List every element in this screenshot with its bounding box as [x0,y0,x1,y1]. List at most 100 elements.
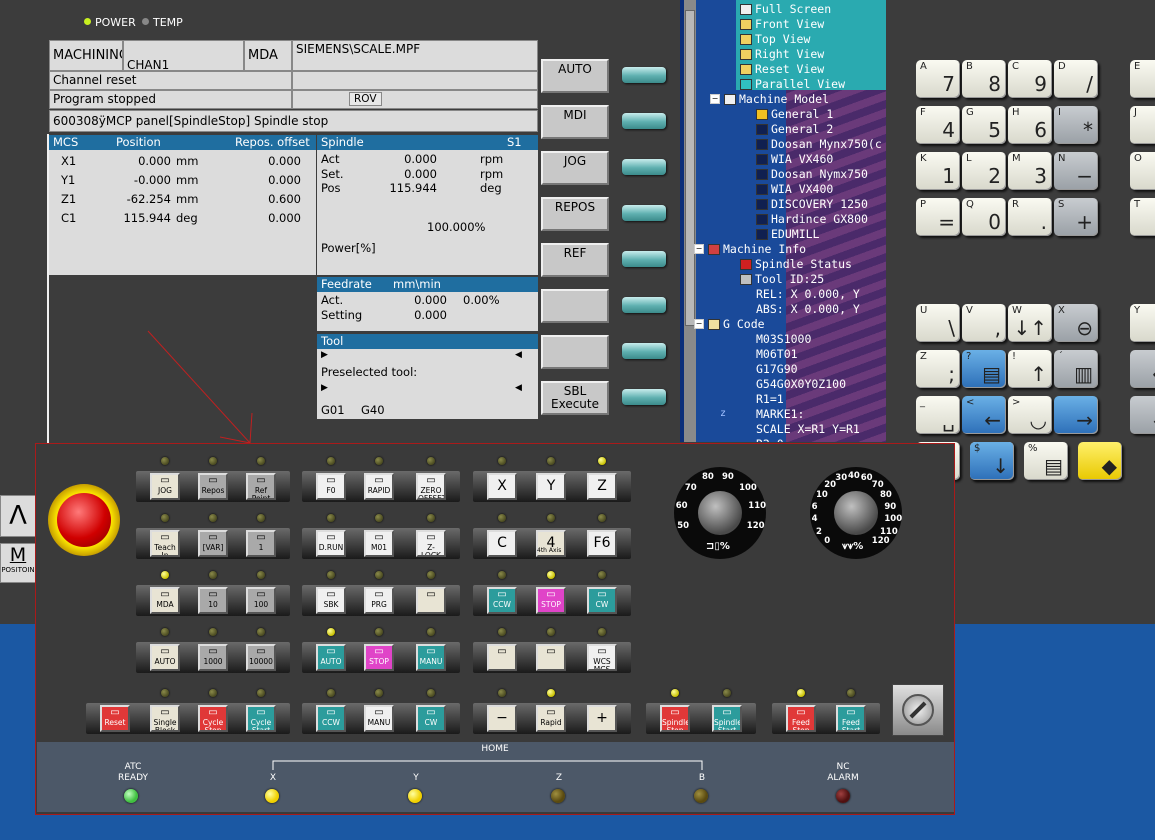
keypad-key[interactable]: R. [1008,198,1052,236]
keypad-key[interactable]: P = [916,198,960,236]
keypad-key[interactable]: X ⊖ [1054,304,1098,342]
mcp-button-row5-9[interactable]: + [587,705,617,732]
hardkey-5[interactable] [622,251,666,267]
hardkey-3[interactable] [622,159,666,175]
side-up-button[interactable]: Λ [0,495,36,537]
softkey-2[interactable]: MDI [541,105,609,139]
keypad-key[interactable]: ← [1130,350,1155,388]
tree-item[interactable]: Right View [740,47,824,61]
keypad-key[interactable]: H6 [1008,106,1052,144]
mcp-button-row4-8[interactable]: ▭ WCS MCS [587,644,617,671]
mcp-button-row2-3[interactable]: ▭ D.RUN [316,530,346,557]
mcp-button-row2-2[interactable]: ▭ 1 [246,530,276,557]
tree-item[interactable]: Top View [740,32,810,46]
tree-collapse-icon[interactable]: − [694,319,704,329]
mcp-button-row5-11[interactable]: ▭ Spindle Start [712,705,742,732]
keypad-key[interactable]: S + [1054,198,1098,236]
mcp-button-row3-7[interactable]: ▭ STOP [536,587,566,614]
tree-item[interactable]: DISCOVERY 1250 [756,197,868,211]
mcp-button-row5-10[interactable]: ▭ Spindle Stop [660,705,690,732]
tree-item[interactable]: WIA VX400 [756,182,833,196]
keypad-key[interactable]: A7 [916,60,960,98]
mcp-button-row3-5[interactable]: ▭ [416,587,446,614]
hardkey-8[interactable] [622,389,666,405]
mcp-button-row3-0[interactable]: ▭ MDA [150,587,180,614]
mcp-button-row5-0[interactable]: ▭ Reset [100,705,130,732]
tree-item[interactable]: Spindle Status [740,257,852,271]
keypad-key[interactable]: _ ␣ [916,396,960,434]
mcp-button-row2-1[interactable]: ▭ [VAR] [198,530,228,557]
mcp-button-row5-5[interactable]: ▭ MANU [364,705,394,732]
mcp-button-row5-4[interactable]: ▭ CCW [316,705,346,732]
tree-item[interactable]: Front View [740,17,824,31]
keypad-key[interactable]: B8 [962,60,1006,98]
mcp-button-row3-2[interactable]: ▭ 100 [246,587,276,614]
keypad-key[interactable]: W ↓↑ [1008,304,1052,342]
mcp-button-row2-8[interactable]: F6 [587,530,617,557]
mcp-button-row5-1[interactable]: ▭ Single Block [150,705,180,732]
keypad-key[interactable]: E [1130,60,1155,98]
tree-item[interactable]: MARKE1: [756,407,804,421]
keypad-key[interactable]: U \ [916,304,960,342]
keypad-key[interactable]: C9 [1008,60,1052,98]
tree-item[interactable]: SCALE X=R1 Y=R1 [756,422,860,436]
tree-item[interactable]: Parallel View [740,77,845,91]
keypad-key[interactable]: T [1130,198,1155,236]
tree-item[interactable]: G17G90 [756,362,798,376]
mcp-button-row5-8[interactable]: ▭ Rapid [536,705,566,732]
mcp-button-row2-6[interactable]: C [487,530,517,557]
mcp-button-row4-7[interactable]: ▭ [536,644,566,671]
emergency-stop-button[interactable] [48,484,120,556]
tree-item[interactable]: ABS: X 0.000, Y [756,302,860,316]
keypad-key[interactable]: ◆ [1078,442,1122,480]
keypad-key[interactable]: V, [962,304,1006,342]
tree-scroll-thumb[interactable] [685,10,695,326]
tree-item[interactable]: EDUMILL [756,227,819,241]
mcp-button-row4-3[interactable]: ▭ AUTO [316,644,346,671]
mcp-button-row3-4[interactable]: ▭ PRG [364,587,394,614]
mcp-button-row1-2[interactable]: ▭ Ref Point [246,473,276,500]
mcp-button-row2-5[interactable]: ▭ Z-LOCK [416,530,446,557]
mcp-button-row5-6[interactable]: ▭ CW [416,705,446,732]
keypad-key[interactable]: → [1054,396,1098,434]
spindle-knob-center[interactable] [698,491,742,535]
keypad-key[interactable]: O [1130,152,1155,190]
tree-scrollbar[interactable] [684,0,696,442]
keypad-key[interactable]: F4 [916,106,960,144]
keypad-key[interactable]: K1 [916,152,960,190]
feed-knob-center[interactable] [834,491,878,535]
spindle-override-knob[interactable]: 50 60 70 80 90 100 110 120 ⊐▯% [674,467,766,559]
hardkey-1[interactable] [622,67,666,83]
mcp-button-row4-6[interactable]: ▭ [487,644,517,671]
mcp-button-row5-12[interactable]: ▭ Feed Stop [786,705,816,732]
hardkey-6[interactable] [622,297,666,313]
feed-override-knob[interactable]: 0 2 4 6 10 20 30 40 60 70 80 90 100 110 120 ⩛⩛% [810,467,902,559]
hardkey-7[interactable] [622,343,666,359]
keypad-key[interactable]: I * [1054,106,1098,144]
mcp-button-row5-13[interactable]: ▭ Feed Start [836,705,866,732]
keypad-key[interactable]: L2 [962,152,1006,190]
keypad-key[interactable]: % ▤ [1024,442,1068,480]
keypad-key[interactable]: Q0 [962,198,1006,236]
mcp-button-row1-0[interactable]: ▭ JOG [150,473,180,500]
softkey-5[interactable]: REF [541,243,609,277]
mcp-button-row1-1[interactable]: ▭ Repos [198,473,228,500]
keypad-key[interactable]: Y [1130,304,1155,342]
keypad-key[interactable]: ? ▤ [962,350,1006,388]
keypad-key[interactable]: D / [1054,60,1098,98]
mcp-button-row4-5[interactable]: ▭ MANU [416,644,446,671]
tree-item[interactable]: Machine Info [708,242,806,256]
tree-item[interactable]: WIA VX460 [756,152,833,166]
tree-item[interactable]: Doosan Mynx750(c [756,137,882,151]
key-switch[interactable] [892,684,944,736]
hardkey-2[interactable] [622,113,666,129]
keypad-key[interactable]: < ← [962,396,1006,434]
mcp-button-row1-5[interactable]: ▭ ZERO OFFSET [416,473,446,500]
tree-item[interactable]: Tool ID:25 [740,272,824,286]
keypad-key[interactable]: > ◡ [1008,396,1052,434]
keypad-key[interactable]: M3 [1008,152,1052,190]
softkey-4[interactable]: REPOS [541,197,609,231]
tree-item[interactable]: General 1 [756,107,833,121]
mcp-button-row3-8[interactable]: ▭ CW [587,587,617,614]
mcp-button-row3-3[interactable]: ▭ SBK [316,587,346,614]
